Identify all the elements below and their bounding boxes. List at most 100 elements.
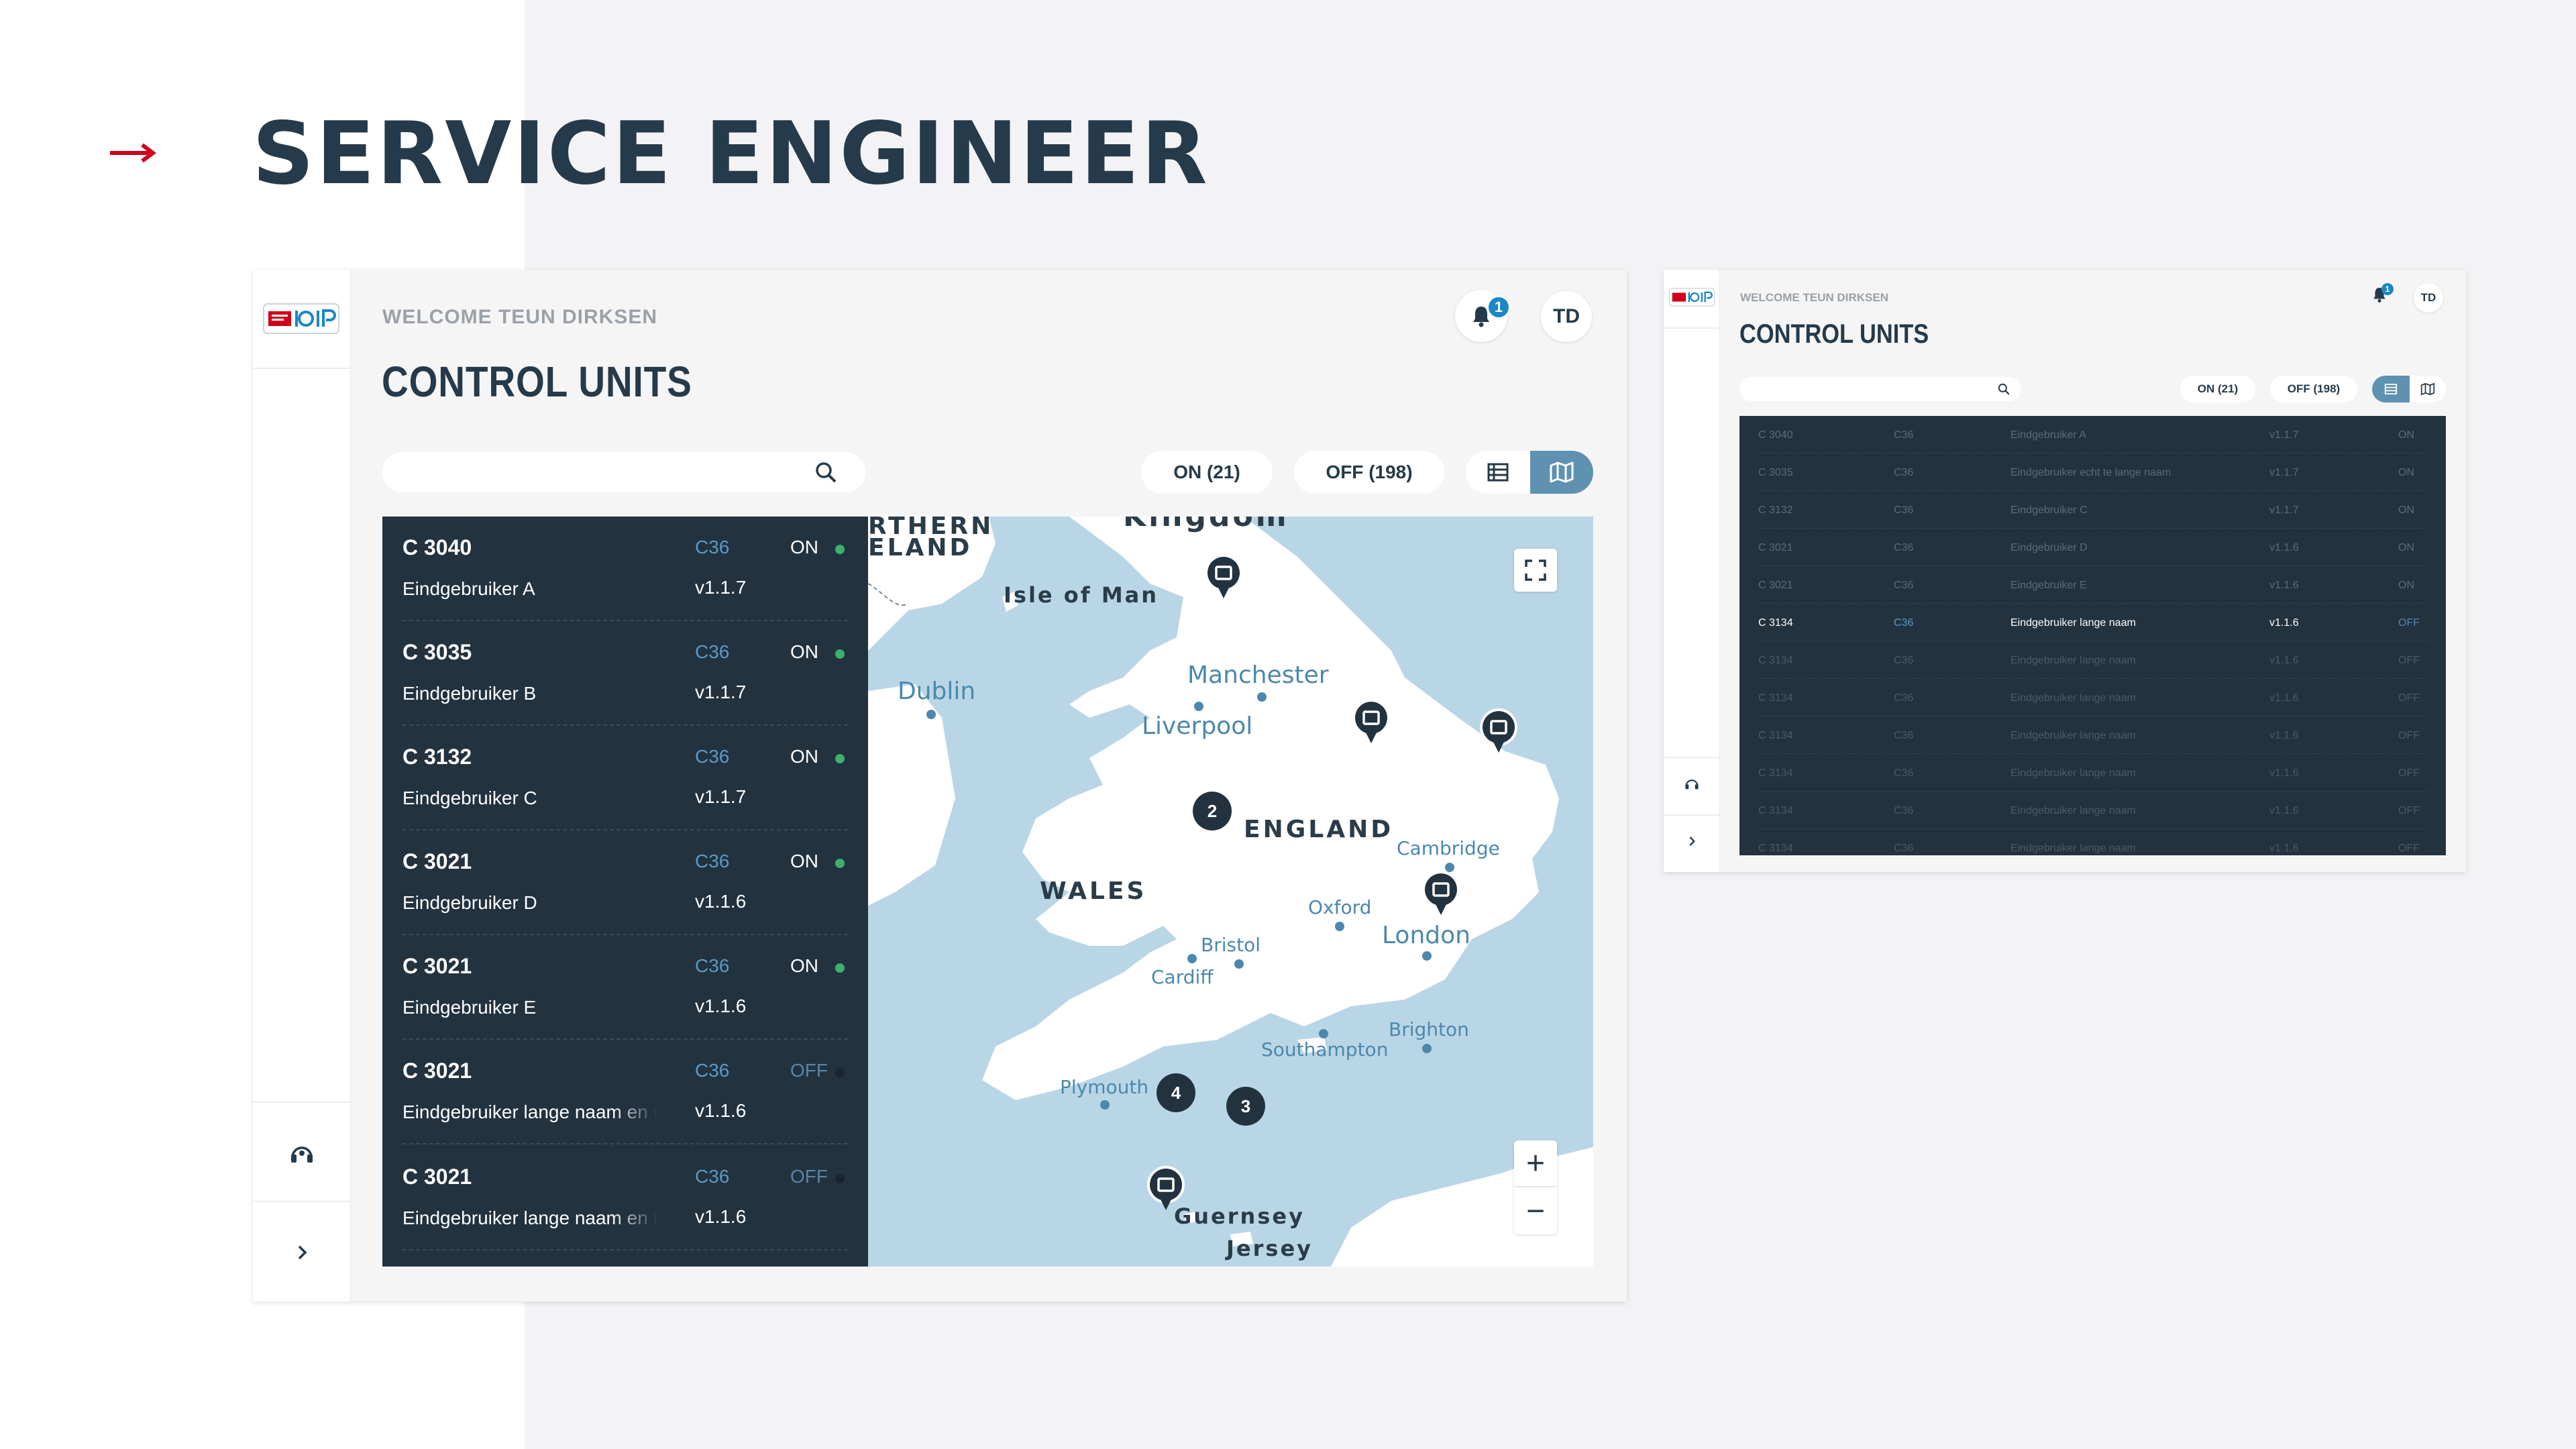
welcome-text: WELCOME TEUN DIRKSEN [382, 306, 657, 328]
table-row[interactable]: C 3134 C36 Eindgebruiker lange naam v1.1.6 O… [1739, 716, 2446, 754]
table-row[interactable]: C 3134 C36 Eindgebruiker lange naam v1.1.6 O… [1739, 829, 2446, 855]
zoom-out-button[interactable]: − [1514, 1187, 1557, 1234]
list-item[interactable]: C 3021 C36 ON Eindgebruiker E v1.1.6 [382, 935, 868, 1040]
table-row[interactable]: C 3035 C36 Eindgebruiker echt te lange naa… [1739, 453, 2446, 491]
list-item[interactable]: C 3021 C36 OFF Eindgebruiker lange naam … [382, 1040, 868, 1144]
list-view-button[interactable] [1466, 451, 1530, 494]
map-unit-pin-icon[interactable] [1350, 698, 1393, 749]
map-view-button[interactable] [2410, 376, 2446, 402]
arrow-right-icon [110, 143, 156, 163]
unit-id: C 3040 [1758, 429, 1793, 441]
table-row[interactable]: C 3040 C36 Eindgebruiker A v1.1.7 ON [1739, 416, 2446, 453]
unit-model: C36 [695, 851, 730, 871]
unit-version: v1.1.6 [2269, 617, 2299, 629]
unit-id: C 3134 [1758, 767, 1793, 779]
list-item[interactable]: C 3040 C36 ON Eindgebruiker A v1.1.7 [382, 517, 868, 621]
list-item[interactable]: C 3035 C36 ON Eindgebruiker B v1.1.7 [382, 621, 868, 726]
unit-version: v1.1.7 [695, 577, 747, 598]
user-avatar[interactable]: TD [2414, 283, 2443, 313]
filter-off-button[interactable]: OFF (198) [1294, 451, 1444, 494]
unit-version: v1.1.7 [2269, 467, 2299, 478]
expand-sidebar-icon[interactable] [1685, 835, 1699, 848]
unit-status: OFF [2398, 805, 2420, 816]
list-view-button[interactable] [2372, 376, 2410, 402]
table-row[interactable]: C 3021 C36 Eindgebruiker E v1.1.6 ON [1739, 566, 2446, 604]
unit-table: C 3040 C36 Eindgebruiker A v1.1.7 ON C 3035 C3… [1739, 416, 2446, 855]
map-unit-pin-icon[interactable] [1419, 869, 1462, 920]
unit-model: C36 [695, 746, 730, 767]
unit-user: Eindgebruiker lange naam [2010, 617, 2136, 629]
map-city-dot [1257, 692, 1267, 702]
map-unit-pin-icon[interactable] [1477, 707, 1520, 758]
table-row[interactable]: C 3134 C36 Eindgebruiker lange naam v1.1.6 O… [1739, 679, 2446, 716]
support-icon[interactable] [285, 1136, 319, 1170]
status-dot [835, 754, 845, 763]
status-dot [835, 545, 845, 554]
unit-status: OFF [790, 1166, 828, 1187]
user-avatar[interactable]: TD [1541, 291, 1592, 342]
brand-logo[interactable] [1669, 287, 1715, 307]
table-row[interactable]: C 3134 C36 Eindgebruiker lange naam v1.1.6 O… [1739, 641, 2446, 679]
status-dot [835, 859, 845, 868]
unit-user: Eindgebruiker D [2010, 542, 2088, 553]
unit-user: Eindgebruiker E [2010, 580, 2087, 591]
unit-user: Eindgebruiker C [402, 788, 537, 808]
status-dot [835, 649, 845, 659]
unit-version: v1.1.7 [695, 786, 747, 807]
table-row[interactable]: C 3134 C36 Eindgebruiker lange naam v1.1.6 O… [1739, 792, 2446, 829]
unit-model: C36 [1894, 504, 1914, 516]
map-unit-pin-icon[interactable] [1202, 553, 1245, 604]
control-units-list-window: WELCOME TEUN DIRKSEN CONTROL UNITS 1 TD … [1664, 270, 2466, 872]
row-divider [402, 1143, 848, 1144]
map-view[interactable]: RTHERN ELAND Kingdom Isle of Man Dublin … [868, 517, 1593, 1267]
unit-user: Eindgebruiker A [2010, 429, 2086, 441]
unit-version: v1.1.6 [2269, 767, 2299, 779]
list-icon [2384, 384, 2398, 394]
unit-model: C36 [1894, 730, 1914, 741]
search-icon[interactable] [814, 460, 838, 484]
filter-on-button[interactable]: ON (21) [1141, 451, 1273, 494]
filter-off-button[interactable]: OFF (198) [2270, 376, 2357, 402]
brand-logo[interactable] [263, 302, 339, 335]
unit-id: C 3134 [1758, 805, 1793, 816]
search-input[interactable] [1739, 377, 2021, 401]
expand-sidebar-icon[interactable] [285, 1236, 319, 1269]
search-input[interactable] [382, 452, 865, 492]
unit-user: Eindgebruiker lange naam [2010, 730, 2136, 741]
search-icon[interactable] [1997, 382, 2010, 396]
table-row[interactable]: C 3132 C36 Eindgebruiker C v1.1.7 ON [1739, 491, 2446, 529]
unit-status: ON [790, 955, 818, 976]
table-row[interactable]: C 3134 C36 Eindgebruiker lange naam v1.1.6 O… [1739, 604, 2446, 641]
table-row[interactable]: C 3021 C36 Eindgebruiker D v1.1.6 ON [1739, 529, 2446, 566]
unit-id: C 3021 [402, 954, 472, 978]
map-cluster-marker[interactable]: 3 [1226, 1087, 1265, 1126]
map-label-isle-of-man: Isle of Man [1004, 582, 1159, 608]
view-toggle [2372, 376, 2446, 402]
list-item[interactable]: C 3132 C36 ON Eindgebruiker C v1.1.7 [382, 726, 868, 830]
unit-status: OFF [2398, 692, 2420, 704]
unit-user: Eindgebruiker lange naam [2010, 843, 2136, 854]
map-cluster-marker[interactable]: 2 [1193, 792, 1232, 830]
unit-user: Eindgebruiker A [402, 578, 535, 599]
map-icon [2420, 382, 2435, 396]
map-label-kingdom: Kingdom [1123, 517, 1289, 533]
filter-on-button[interactable]: ON (21) [2180, 376, 2255, 402]
map-cluster-marker[interactable]: 4 [1157, 1073, 1195, 1112]
unit-id: C 3021 [402, 849, 472, 873]
map-unit-pin-icon[interactable] [1144, 1165, 1187, 1216]
list-item[interactable]: C 3021 C36 ON Eindgebruiker D v1.1.6 [382, 830, 868, 935]
unit-version: v1.1.6 [2269, 805, 2299, 816]
unit-version: v1.1.7 [2269, 429, 2299, 441]
map-city-dot [926, 710, 936, 719]
table-row[interactable]: C 3134 C36 Eindgebruiker lange naam v1.1.6 O… [1739, 754, 2446, 792]
list-item[interactable]: C 3021 C36 OFF Eindgebruiker lange naam … [382, 1146, 868, 1250]
unit-model: C36 [1894, 767, 1914, 779]
unit-id: C 3035 [1758, 467, 1793, 478]
fullscreen-button[interactable] [1514, 549, 1557, 592]
map-view-button[interactable] [1530, 451, 1593, 494]
zoom-in-button[interactable]: + [1514, 1140, 1557, 1187]
hero-title: SERVICE ENGINEER [252, 104, 1210, 204]
unit-user: Eindgebruiker B [402, 683, 537, 704]
support-icon[interactable] [1684, 775, 1700, 792]
notification-count-badge: 1 [2381, 283, 2394, 295]
